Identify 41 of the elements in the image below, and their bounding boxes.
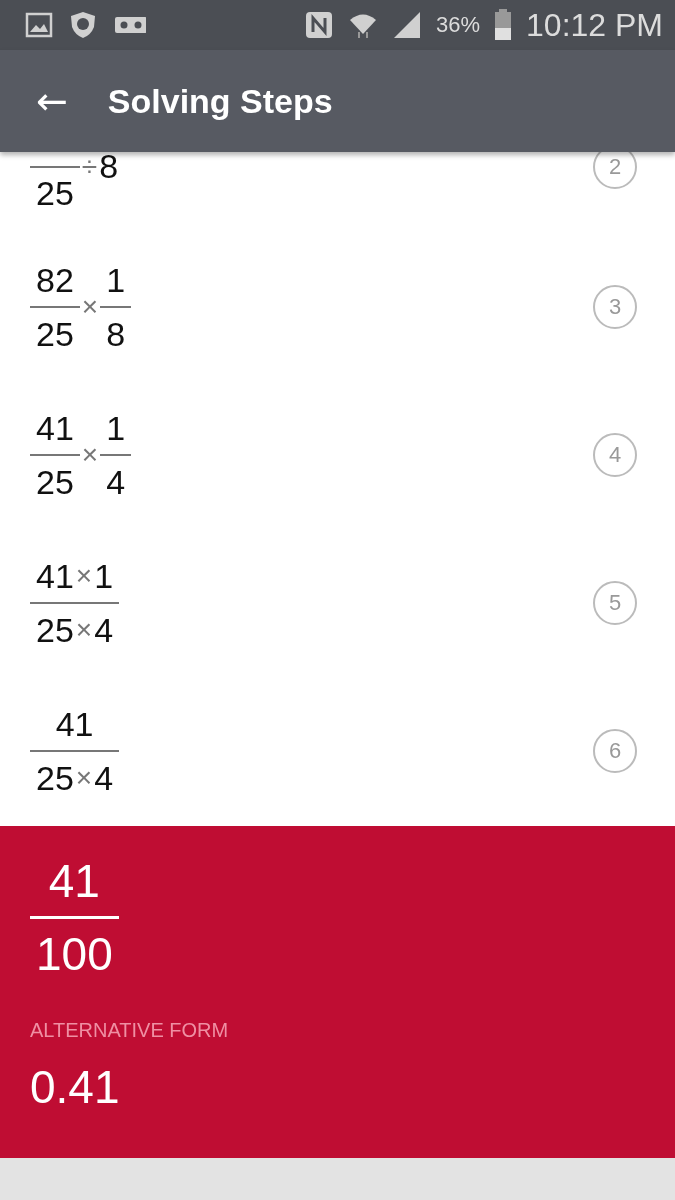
math-operator: ÷ (80, 152, 99, 183)
step-number: 4 (593, 433, 637, 477)
clock-time: 10:12 PM (526, 6, 663, 44)
math-number: 4 (106, 462, 126, 502)
math-number: 8 (99, 152, 119, 186)
math-number: 25 (36, 758, 74, 798)
nfc-icon (304, 10, 334, 40)
math-number: 4 (94, 610, 114, 650)
screen-title: Solving Steps (107, 81, 333, 121)
math-number: 41 (36, 408, 74, 448)
alternative-form-label: ALTERNATIVE FORM (30, 1019, 230, 1042)
battery-icon (494, 9, 513, 41)
math-operator: × (74, 560, 94, 592)
math-number: 82 (36, 260, 74, 300)
fraction-bar (30, 165, 80, 168)
math-number: 25 (36, 174, 74, 213)
alternative-form-value: 0.41 (30, 1060, 121, 1114)
result-numerator: 41 (48, 854, 100, 908)
math-number: 8 (106, 314, 126, 354)
signal-icon (392, 10, 422, 40)
math-number: 1 (106, 408, 126, 448)
math-number: 1 (94, 556, 114, 596)
math-operator: × (80, 291, 100, 323)
image-icon (24, 10, 54, 40)
math-number: 1 (106, 260, 126, 300)
battery-percent: 36% (436, 12, 481, 38)
math-number: 4 (94, 758, 114, 798)
math-number: 41 (36, 556, 74, 596)
math-number: 41 (55, 704, 94, 744)
math-number: 25 (36, 462, 74, 502)
math-operator: × (74, 762, 94, 794)
result-denominator: 100 (36, 927, 113, 981)
back-button[interactable]: ← (36, 79, 68, 123)
step-number: 3 (593, 285, 637, 329)
math-number: 25 (36, 610, 74, 650)
step-number: 5 (593, 581, 637, 625)
math-operator: × (74, 614, 94, 646)
step-number: 6 (593, 729, 637, 773)
math-operator: × (80, 439, 100, 471)
math-number: 25 (36, 314, 74, 354)
step-number: 2 (593, 152, 637, 189)
